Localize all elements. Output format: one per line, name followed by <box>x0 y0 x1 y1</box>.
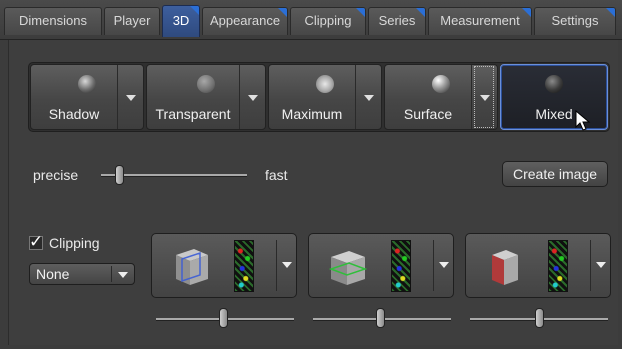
tab-label: Clipping <box>304 13 352 28</box>
lookup-table-swatch <box>391 240 411 292</box>
tab-3d[interactable]: 3D <box>162 5 200 37</box>
render-mode-mixed-button[interactable]: Mixed <box>500 64 608 130</box>
transparent-dropdown-button[interactable] <box>239 65 265 129</box>
tab-corner-marker <box>278 8 287 17</box>
tab-label: Series <box>378 13 416 28</box>
clip-plane-3-button[interactable] <box>465 233 611 298</box>
clip-plane-2-slider-thumb[interactable] <box>376 308 385 328</box>
mouse-pointer-icon <box>575 110 591 131</box>
clipping-checkbox[interactable]: ✓ <box>29 232 43 251</box>
checkmark-icon: ✓ <box>29 232 44 251</box>
shadow-dropdown-button[interactable] <box>117 65 143 129</box>
focus-indicator <box>474 66 494 128</box>
clip-plane-cube-icon <box>492 250 518 285</box>
clip-plane-cube-icon <box>176 249 208 285</box>
render-mode-transparent-button[interactable]: Transparent <box>146 64 266 130</box>
mode-label: Shadow <box>48 106 100 122</box>
quality-slider-thumb[interactable] <box>115 165 124 185</box>
chevron-down-icon <box>118 272 128 278</box>
chevron-down-icon <box>364 95 374 101</box>
tab-settings[interactable]: Settings <box>534 7 616 35</box>
tab-label: Player <box>113 13 151 28</box>
mode-label: Mixed <box>535 106 573 122</box>
chevron-down-icon <box>282 262 292 268</box>
clipping-preset-select[interactable]: None <box>29 263 135 285</box>
tab-label: 3D <box>172 13 190 28</box>
tab-label: Measurement <box>440 13 520 28</box>
transparent-sphere-icon <box>197 75 215 93</box>
chevron-down-icon <box>596 262 606 268</box>
tab-bar: Dimensions Player 3D Appearance Clipping… <box>0 0 622 40</box>
clip-plane-3-slider-thumb[interactable] <box>535 308 544 328</box>
lookup-table-swatch <box>548 240 568 292</box>
tab-label: Dimensions <box>19 13 87 28</box>
tab-measurement[interactable]: Measurement <box>428 7 532 35</box>
button-divider <box>276 240 277 291</box>
tab-corner-marker <box>416 8 425 17</box>
surface-sphere-icon <box>432 75 450 93</box>
lookup-table-swatch <box>234 240 254 292</box>
tab-corner-marker <box>356 8 365 17</box>
mode-label: Surface <box>403 106 453 122</box>
chevron-down-icon <box>248 95 258 101</box>
tab-series[interactable]: Series <box>368 7 426 35</box>
maximum-dropdown-button[interactable] <box>355 65 381 129</box>
button-divider <box>590 240 591 291</box>
tab-label: Settings <box>551 13 599 28</box>
mode-label: Maximum <box>281 106 343 122</box>
tab-corner-marker <box>190 6 199 15</box>
clipping-preset-value: None <box>36 266 70 282</box>
fast-label: fast <box>265 167 288 183</box>
select-divider <box>111 266 112 282</box>
clip-plane-2-button[interactable] <box>308 233 454 298</box>
button-divider <box>433 240 434 291</box>
render-mode-maximum-button[interactable]: Maximum <box>268 64 382 130</box>
clip-plane-cube-icon <box>328 251 368 285</box>
tab-dimensions[interactable]: Dimensions <box>4 7 102 35</box>
tab-corner-marker <box>522 8 531 17</box>
maximum-sphere-icon <box>316 75 334 93</box>
precise-label: precise <box>33 167 79 183</box>
mixed-sphere-icon <box>545 75 563 93</box>
chevron-down-icon <box>126 95 136 101</box>
tab-label: Appearance <box>209 13 281 28</box>
render-mode-shadow-button[interactable]: Shadow <box>30 64 144 130</box>
chevron-down-icon <box>439 262 449 268</box>
clip-plane-1-slider-thumb[interactable] <box>219 308 228 328</box>
clipping-label: Clipping <box>49 235 100 251</box>
shadow-sphere-icon <box>78 75 96 93</box>
mode-label: Transparent <box>155 106 231 122</box>
tab-clipping[interactable]: Clipping <box>290 7 366 35</box>
tab-appearance[interactable]: Appearance <box>202 7 288 35</box>
tab-corner-marker <box>606 8 615 17</box>
tab-player[interactable]: Player <box>104 7 160 35</box>
create-image-button[interactable]: Create image <box>502 161 608 187</box>
clip-plane-1-button[interactable] <box>151 233 297 298</box>
